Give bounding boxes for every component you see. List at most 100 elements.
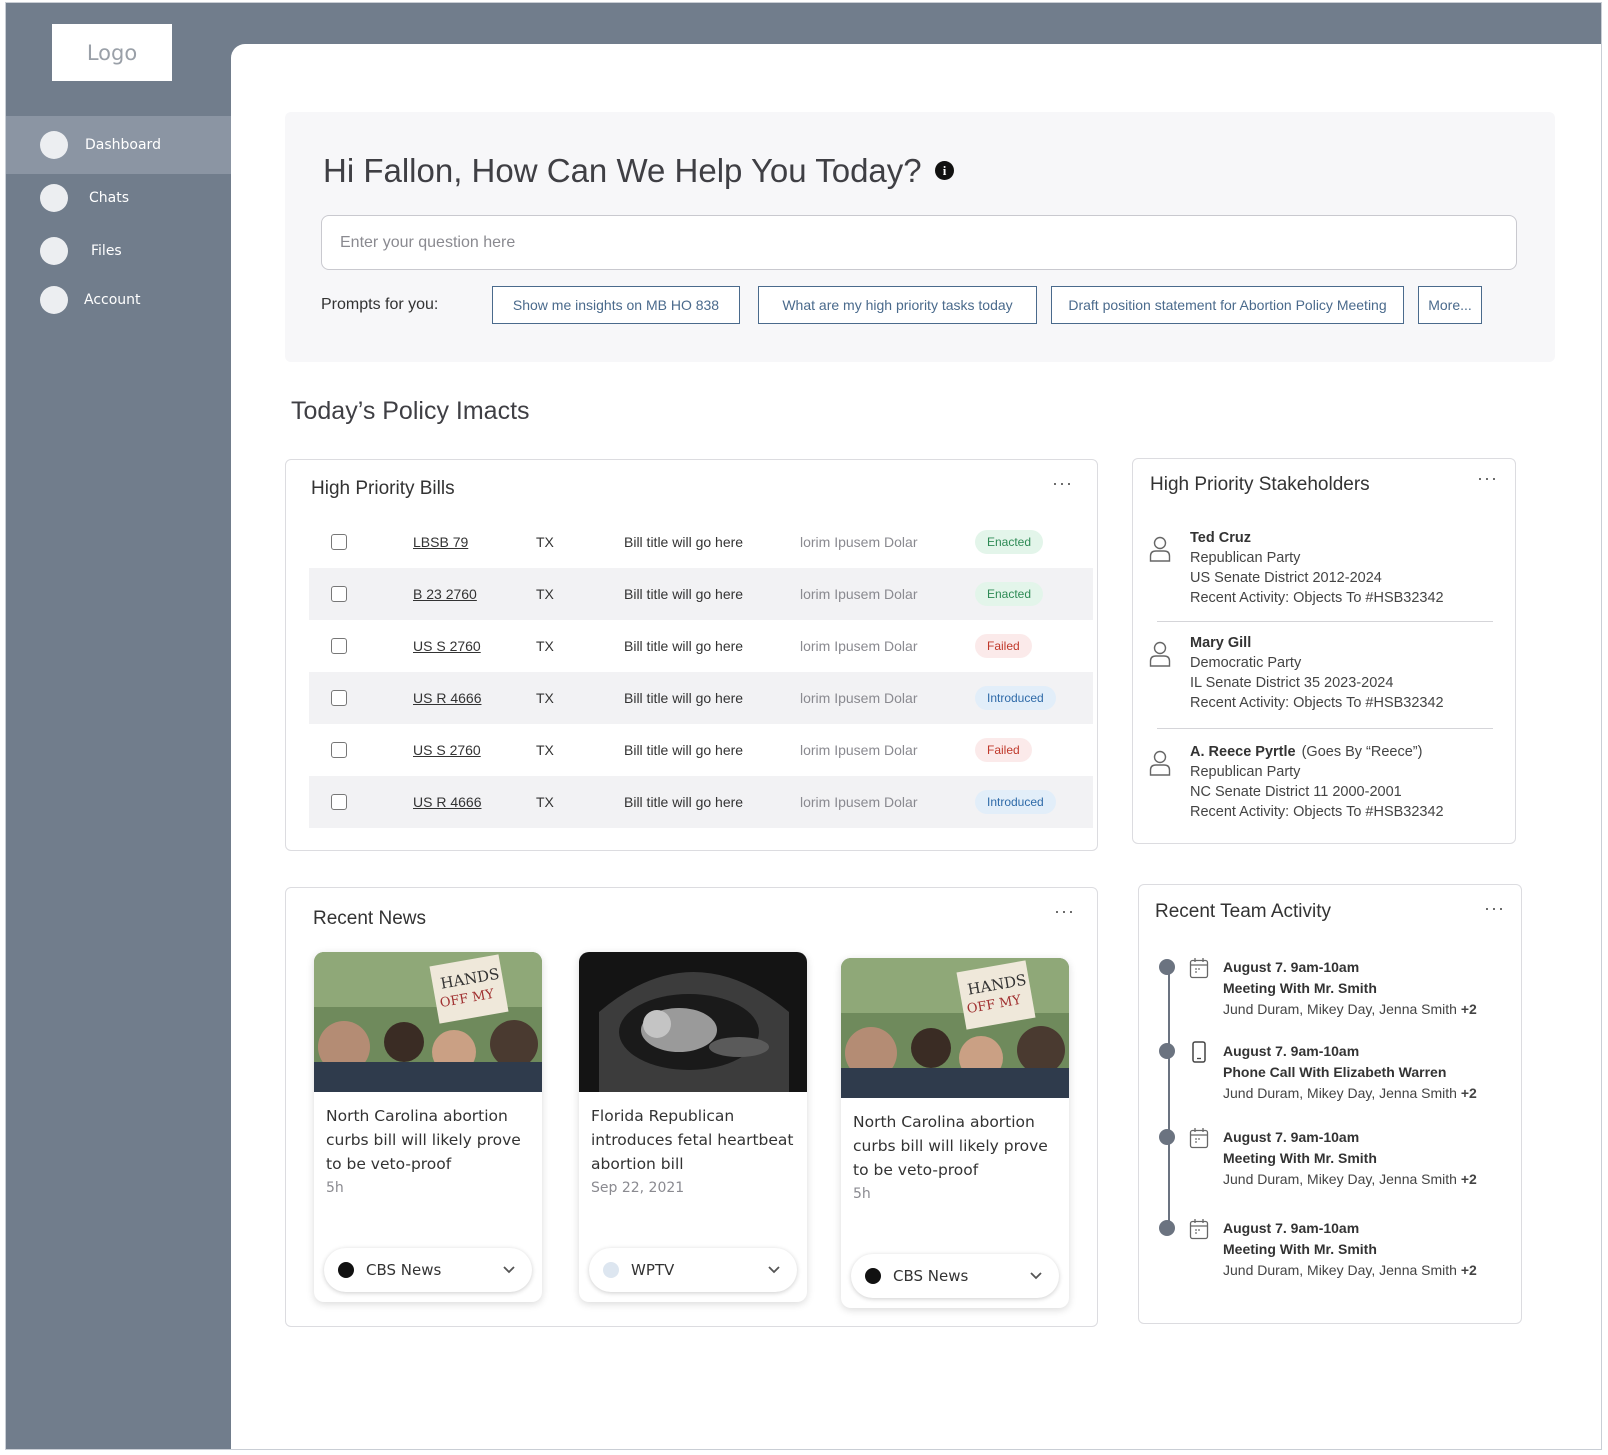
prompt-button[interactable]: Show me insights on MB HO 838 — [492, 286, 740, 324]
table-row: US S 2760 TX Bill title will go here lor… — [309, 724, 1093, 776]
activity-date: August 7. 9am-10am — [1223, 1129, 1360, 1145]
bill-state: TX — [536, 794, 554, 810]
sidebar-item-label: Files — [91, 243, 122, 259]
extra-count: +2 — [1460, 1262, 1477, 1278]
activity-info: August 7. 9am-10am Meeting With Mr. Smit… — [1223, 1127, 1477, 1190]
stakeholder-item[interactable]: Ted Cruz Republican Party US Senate Dist… — [1149, 528, 1494, 608]
bill-id-link[interactable]: US R 4666 — [413, 794, 481, 810]
more-options-icon[interactable]: ··· — [1052, 474, 1073, 492]
news-text: North Carolina abortion curbs bill will … — [841, 1098, 1069, 1248]
card-title: Recent News — [313, 908, 426, 929]
sidebar-item-dashboard[interactable]: Dashboard — [6, 116, 232, 174]
row-checkbox[interactable] — [331, 794, 347, 810]
stakeholder-item[interactable]: A. Reece Pyrtle (Goes By “Reece”) Republi… — [1149, 742, 1494, 822]
news-source-dropdown[interactable]: WPTV — [589, 1248, 797, 1292]
bill-description: lorim Ipusem Dolar — [800, 690, 918, 706]
card-title: High Priority Stakeholders — [1150, 474, 1370, 495]
table-row: LBSB 79 TX Bill title will go here lorim… — [309, 516, 1093, 568]
row-checkbox[interactable] — [331, 742, 347, 758]
news-item[interactable]: HANDS OFF MY North Carolina abortion cur… — [314, 952, 542, 1302]
bill-description: lorim Ipusem Dolar — [800, 638, 918, 654]
activity-name: Meeting With Mr. Smith — [1223, 1241, 1377, 1257]
news-headline: North Carolina abortion curbs bill will … — [326, 1107, 521, 1173]
bill-id-link[interactable]: US S 2760 — [413, 638, 481, 654]
calendar-icon — [1189, 1219, 1209, 1240]
main-content: Hi Fallon, How Can We Help You Today? i … — [231, 44, 1601, 1449]
bill-id-link[interactable]: US S 2760 — [413, 742, 481, 758]
stakeholder-party: Democratic Party — [1190, 655, 1302, 671]
news-source-dropdown[interactable]: CBS News — [851, 1254, 1059, 1298]
row-checkbox[interactable] — [331, 638, 347, 654]
phone-icon — [1192, 1041, 1206, 1063]
app-frame: Logo Dashboard Chats Files Account Hi Fa… — [5, 2, 1602, 1450]
info-icon[interactable]: i — [935, 161, 954, 180]
timeline-dot — [1159, 1220, 1175, 1236]
stakeholder-name: Mary Gill — [1190, 633, 1444, 653]
cbs-logo-icon — [865, 1268, 881, 1284]
page-title: Hi Fallon, How Can We Help You Today? — [323, 152, 922, 189]
activity-participants: Jund Duram, Mikey Day, Jenna Smith — [1223, 1001, 1457, 1017]
news-item[interactable]: HANDS OFF MY North Carolina abortion cur… — [841, 958, 1069, 1308]
news-source-dropdown[interactable]: CBS News — [324, 1248, 532, 1292]
sidebar-item-label: Account — [84, 292, 141, 308]
status-badge: Failed — [975, 738, 1032, 762]
stakeholder-activity: Recent Activity: Objects To #HSB32342 — [1190, 804, 1444, 820]
table-row: US R 4666 TX Bill title will go here lor… — [309, 776, 1093, 828]
chevron-down-icon — [1030, 1272, 1042, 1280]
timeline-line — [1168, 965, 1170, 1230]
sidebar-item-chats[interactable]: Chats — [6, 169, 232, 227]
bill-state: TX — [536, 586, 554, 602]
bill-id-link[interactable]: LBSB 79 — [413, 534, 468, 550]
row-checkbox[interactable] — [331, 534, 347, 550]
activity-info: August 7. 9am-10am Meeting With Mr. Smit… — [1223, 1218, 1477, 1281]
activity-info: August 7. 9am-10am Meeting With Mr. Smit… — [1223, 957, 1477, 1020]
more-prompts-button[interactable]: More... — [1418, 286, 1482, 324]
prompt-button[interactable]: Draft position statement for Abortion Po… — [1051, 286, 1404, 324]
more-options-icon[interactable]: ··· — [1054, 902, 1075, 920]
calendar-icon — [1189, 1128, 1209, 1149]
bill-id-link[interactable]: US R 4666 — [413, 690, 481, 706]
wptv-logo-icon — [603, 1262, 619, 1278]
chevron-down-icon — [768, 1266, 780, 1274]
news-image — [579, 952, 807, 1092]
calendar-icon — [1189, 958, 1209, 979]
logo: Logo — [52, 24, 172, 81]
search-input[interactable] — [321, 215, 1517, 270]
sidebar-item-account[interactable]: Account — [6, 271, 232, 329]
stakeholder-district: US Senate District 2012-2024 — [1190, 570, 1382, 586]
bill-state: TX — [536, 690, 554, 706]
account-icon — [40, 286, 68, 314]
card-title: High Priority Bills — [311, 478, 455, 499]
activity-date: August 7. 9am-10am — [1223, 1220, 1360, 1236]
row-checkbox[interactable] — [331, 690, 347, 706]
stakeholder-name: Ted Cruz — [1190, 528, 1444, 548]
stakeholder-info: A. Reece Pyrtle (Goes By “Reece”) Republi… — [1190, 742, 1444, 822]
news-source-label: CBS News — [893, 1267, 969, 1285]
stakeholder-name: A. Reece Pyrtle (Goes By “Reece”) — [1190, 742, 1444, 762]
status-badge: Failed — [975, 634, 1032, 658]
row-checkbox[interactable] — [331, 586, 347, 602]
stakeholder-info: Mary Gill Democratic Party IL Senate Dis… — [1190, 633, 1444, 713]
news-source-label: WPTV — [631, 1261, 675, 1279]
stakeholder-item[interactable]: Mary Gill Democratic Party IL Senate Dis… — [1149, 633, 1494, 713]
bill-state: TX — [536, 742, 554, 758]
news-source-label: CBS News — [366, 1261, 442, 1279]
news-text: North Carolina abortion curbs bill will … — [314, 1092, 542, 1242]
more-options-icon[interactable]: ··· — [1477, 469, 1498, 487]
stakeholder-party: Republican Party — [1190, 550, 1301, 566]
bill-title: Bill title will go here — [624, 690, 744, 706]
stakeholder-district: NC Senate District 11 2000-2001 — [1190, 784, 1402, 800]
news-time: 5h — [853, 1186, 871, 1202]
extra-count: +2 — [1460, 1085, 1477, 1101]
news-item[interactable]: Florida Republican introduces fetal hear… — [579, 952, 807, 1302]
bill-id-link[interactable]: B 23 2760 — [413, 586, 477, 602]
files-icon — [40, 237, 68, 265]
extra-count: +2 — [1460, 1171, 1477, 1187]
bill-description: lorim Ipusem Dolar — [800, 742, 918, 758]
prompt-button[interactable]: What are my high priority tasks today — [758, 286, 1037, 324]
person-icon — [1149, 750, 1171, 776]
news-headline: Florida Republican introduces fetal hear… — [591, 1107, 794, 1173]
timeline-dot — [1159, 1129, 1175, 1145]
more-options-icon[interactable]: ··· — [1484, 899, 1505, 917]
bill-state: TX — [536, 534, 554, 550]
